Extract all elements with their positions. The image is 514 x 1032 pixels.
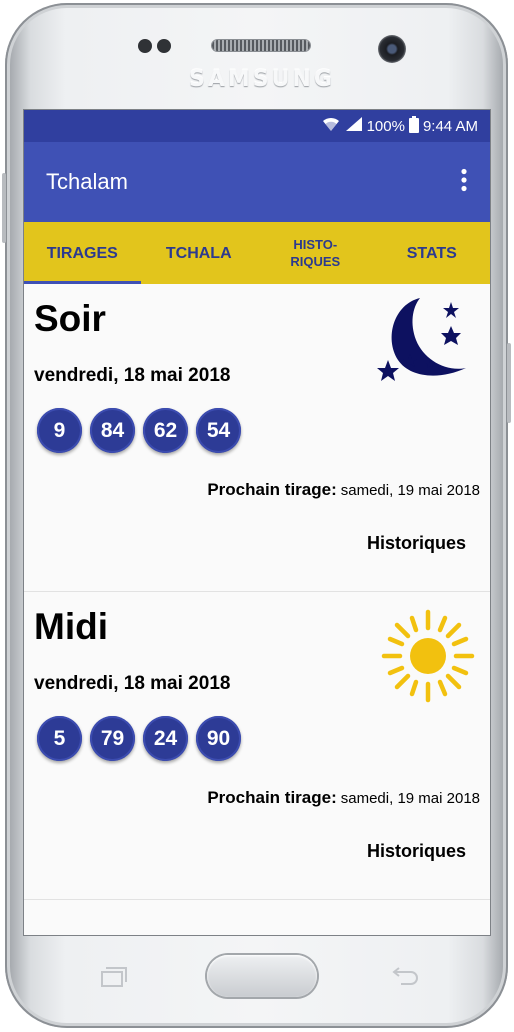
status-bar: 100% 9:44 AM [24, 110, 490, 142]
number-ball: 54 [196, 408, 241, 453]
draw-numbers: 5 79 24 90 [37, 716, 241, 761]
draw-numbers: 9 84 62 54 [37, 408, 241, 453]
power-button [507, 343, 511, 423]
back-icon[interactable] [389, 963, 421, 991]
draw-title: Midi [34, 606, 108, 647]
next-draw-date: samedi, 19 mai 2018 [340, 790, 480, 807]
battery-level: 100% [366, 117, 405, 135]
draw-card-soir: Soir vendredi, 18 mai 2018 9 84 62 54 Pr… [24, 284, 490, 592]
tab-stats[interactable]: STATS [374, 222, 491, 284]
next-draw: Prochain tirage: samedi, 19 mai 2018 [207, 788, 480, 808]
tab-tchala[interactable]: TCHALA [141, 222, 258, 284]
home-button[interactable] [207, 955, 317, 997]
historiques-button[interactable]: Historiques [367, 841, 466, 862]
app-bar: Tchalam [24, 142, 490, 222]
number-ball: 84 [90, 408, 135, 453]
draw-card-midi: Midi vendredi, 18 mai 2018 5 79 24 90 Pr… [24, 592, 490, 900]
wifi-icon [321, 116, 341, 136]
number-ball: 90 [196, 716, 241, 761]
number-ball: 5 [37, 716, 82, 761]
tab-label: TCHALA [165, 244, 232, 262]
draw-date: vendredi, 18 mai 2018 [34, 673, 231, 694]
tab-label: HISTO- RIQUES [290, 237, 341, 269]
number-ball: 24 [143, 716, 188, 761]
sensor-dot [157, 39, 171, 53]
next-draw-date: samedi, 19 mai 2018 [340, 482, 480, 499]
tab-bar: TIRAGES TCHALA HISTO- RIQUES STATS [24, 222, 490, 284]
number-ball: 79 [90, 716, 135, 761]
signal-icon [345, 116, 363, 136]
more-vert-icon[interactable] [460, 168, 468, 197]
historiques-button[interactable]: Historiques [367, 533, 466, 554]
recent-apps-icon[interactable] [97, 963, 129, 991]
battery-icon [408, 115, 419, 137]
sensor-dot [138, 39, 152, 53]
clock: 9:44 AM [422, 117, 478, 135]
tab-tirages[interactable]: TIRAGES [24, 222, 141, 284]
brand-logo: SAMSUNG [189, 67, 335, 92]
app-title: Tchalam [46, 169, 128, 194]
earpiece-speaker [212, 40, 310, 51]
tab-label: STATS [406, 244, 457, 262]
moon-stars-icon [368, 294, 472, 405]
next-draw-label: Prochain tirage: [207, 480, 337, 499]
draw-date: vendredi, 18 mai 2018 [34, 365, 231, 386]
next-draw: Prochain tirage: samedi, 19 mai 2018 [207, 480, 480, 500]
number-ball: 62 [143, 408, 188, 453]
tab-label: TIRAGES [46, 244, 118, 262]
sun-icon [376, 606, 476, 711]
tab-historiques[interactable]: HISTO- RIQUES [257, 222, 374, 284]
front-camera [378, 35, 406, 63]
app-screen: 100% 9:44 AM Tchalam TIRAGES TCHALA HIST… [24, 110, 490, 935]
number-ball: 9 [37, 408, 82, 453]
next-draw-label: Prochain tirage: [207, 788, 337, 807]
draw-title: Soir [34, 298, 106, 339]
volume-button [2, 173, 6, 243]
